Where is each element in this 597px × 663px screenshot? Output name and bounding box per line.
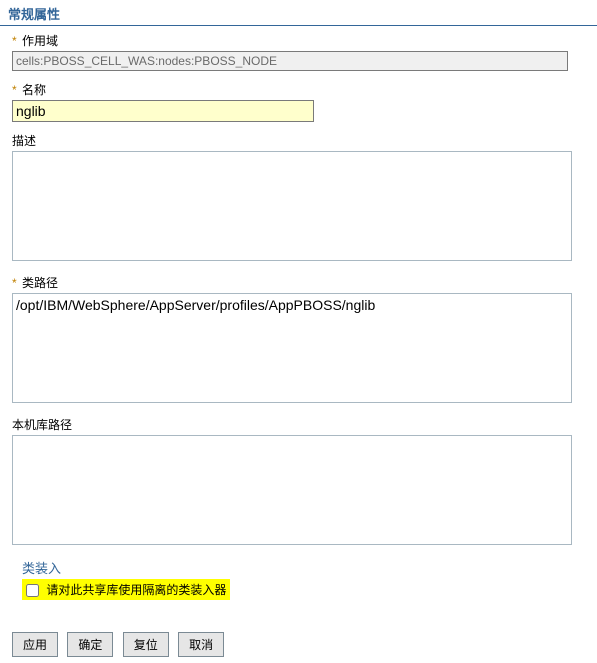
- name-label: 名称: [22, 83, 46, 97]
- isolated-classloader-checkbox[interactable]: [26, 584, 39, 597]
- description-label-line: 描述: [12, 132, 585, 149]
- name-label-line: * 名称: [12, 81, 585, 98]
- description-label: 描述: [12, 134, 36, 148]
- apply-button[interactable]: 应用: [12, 632, 58, 657]
- field-description: 描述: [12, 132, 585, 264]
- isolated-classloader-label: 请对此共享库使用隔离的类装入器: [46, 583, 226, 597]
- field-name: * 名称: [12, 81, 585, 122]
- scope-input: [12, 51, 568, 71]
- general-properties-form: * 作用域 * 名称 描述 * 类路径 /opt/IBM/WebSphere/A…: [0, 26, 597, 608]
- nativepath-textarea[interactable]: [12, 435, 572, 545]
- description-textarea[interactable]: [12, 151, 572, 261]
- required-asterisk: *: [12, 276, 17, 290]
- scope-label-line: * 作用域: [12, 32, 585, 49]
- name-input[interactable]: [12, 100, 314, 122]
- field-nativepath: 本机库路径: [12, 416, 585, 548]
- section-title: 常规属性: [0, 0, 597, 26]
- scope-label: 作用域: [22, 34, 58, 48]
- ok-button[interactable]: 确定: [67, 632, 113, 657]
- isolated-classloader-row[interactable]: 请对此共享库使用隔离的类装入器: [22, 579, 230, 600]
- required-asterisk: *: [12, 83, 17, 97]
- classpath-textarea[interactable]: /opt/IBM/WebSphere/AppServer/profiles/Ap…: [12, 293, 572, 403]
- nativepath-label: 本机库路径: [12, 418, 72, 432]
- required-asterisk: *: [12, 34, 17, 48]
- reset-button[interactable]: 复位: [123, 632, 169, 657]
- field-classpath: * 类路径 /opt/IBM/WebSphere/AppServer/profi…: [12, 274, 585, 406]
- classloading-title: 类装入: [22, 558, 585, 577]
- button-bar: 应用 确定 复位 取消: [12, 632, 597, 657]
- cancel-button[interactable]: 取消: [178, 632, 224, 657]
- nativepath-label-line: 本机库路径: [12, 416, 585, 433]
- field-scope: * 作用域: [12, 32, 585, 71]
- classpath-label-line: * 类路径: [12, 274, 585, 291]
- classloading-section: 类装入 请对此共享库使用隔离的类装入器: [12, 558, 585, 600]
- classpath-label: 类路径: [22, 276, 58, 290]
